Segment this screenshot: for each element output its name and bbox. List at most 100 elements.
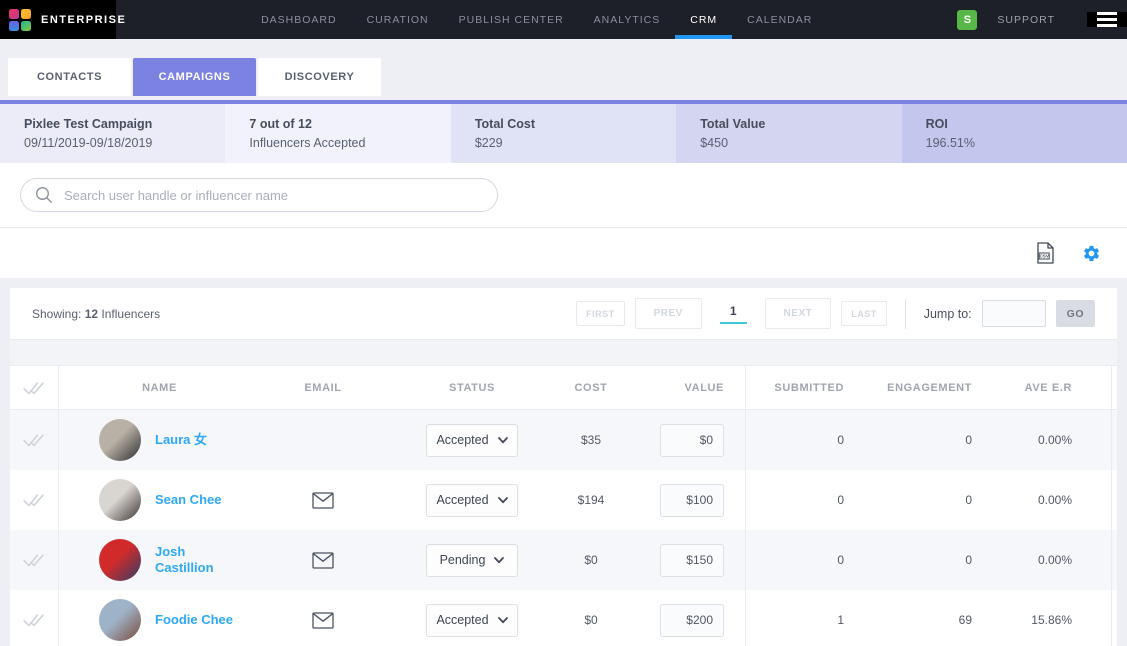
value-input[interactable] — [660, 484, 724, 517]
hamburger-menu-button[interactable] — [1087, 12, 1127, 27]
crm-tabs: CONTACTSCAMPAIGNSDISCOVERY — [0, 39, 1127, 100]
avatar[interactable] — [99, 599, 141, 641]
column-header-status[interactable]: STATUS — [386, 382, 558, 394]
submitted-cell: 0 — [745, 410, 878, 470]
status-value: Accepted — [436, 493, 488, 507]
tab-contacts[interactable]: CONTACTS — [8, 58, 131, 96]
nav-link-analytics[interactable]: ANALYTICS — [579, 0, 676, 39]
status-dropdown[interactable]: Accepted — [426, 604, 518, 637]
jump-to-input[interactable] — [982, 300, 1046, 327]
stat-title: ROI — [926, 115, 1103, 134]
nav-link-calendar[interactable]: CALENDAR — [732, 0, 827, 39]
engagement-cell: 0 — [878, 493, 1006, 507]
user-avatar-badge[interactable]: S — [957, 10, 977, 30]
prev-page-button[interactable]: PREV — [635, 298, 702, 329]
email-envelope-icon[interactable] — [312, 612, 334, 629]
value-input[interactable] — [660, 544, 724, 577]
status-value: Accepted — [436, 433, 488, 447]
cost-cell: $0 — [558, 553, 624, 567]
jump-to-label: Jump to: — [924, 307, 972, 321]
pagination-row: Showing: 12 Influencers FIRST PREV 1 NEX… — [10, 288, 1117, 340]
stat-value: Influencers Accepted — [249, 134, 426, 153]
table-row: Foodie Chee Accepted $0 1 69 15.86% — [10, 590, 1117, 646]
logo[interactable]: ENTERPRISE — [0, 0, 116, 39]
last-page-button[interactable]: LAST — [841, 301, 887, 326]
influencer-name-link[interactable]: Sean Chee — [155, 492, 221, 508]
search-bar[interactable] — [20, 178, 498, 212]
row-checkmark[interactable] — [10, 470, 59, 530]
avatar[interactable] — [99, 539, 141, 581]
search-input[interactable] — [64, 188, 497, 203]
stat-title: Total Value — [700, 115, 877, 134]
row-checkmark[interactable] — [10, 410, 59, 470]
stat-value: 09/11/2019-09/18/2019 — [24, 134, 201, 153]
value-input[interactable] — [660, 604, 724, 637]
double-check-icon — [22, 380, 46, 396]
nav-right: S SUPPORT — [957, 0, 1127, 39]
table-settings-button[interactable] — [1082, 244, 1101, 263]
next-page-button[interactable]: NEXT — [765, 298, 832, 329]
tab-campaigns[interactable]: CAMPAIGNS — [133, 58, 256, 96]
export-csv-button[interactable]: CSV — [1036, 242, 1055, 264]
cost-cell: $0 — [558, 613, 624, 627]
column-header-engagement[interactable]: ENGAGEMENT — [878, 382, 1006, 394]
table-header-row: NAME EMAIL STATUS COST VALUE SUBMITTED E… — [10, 366, 1117, 410]
status-dropdown[interactable]: Pending — [426, 544, 518, 577]
chevron-down-icon — [498, 437, 508, 444]
submitted-cell: 0 — [745, 530, 878, 590]
email-envelope-icon[interactable] — [312, 492, 334, 509]
nav-link-dashboard[interactable]: DASHBOARD — [246, 0, 352, 39]
submitted-cell: 0 — [745, 470, 878, 530]
column-header-submitted[interactable]: SUBMITTED — [745, 366, 878, 409]
main-nav: DASHBOARDCURATIONPUBLISH CENTERANALYTICS… — [246, 0, 827, 39]
column-header-cost[interactable]: COST — [558, 382, 624, 394]
nav-link-crm[interactable]: CRM — [675, 0, 732, 39]
go-button[interactable]: GO — [1056, 300, 1095, 327]
stat-cell: Total Value $450 — [676, 104, 901, 163]
column-header-email[interactable]: EMAIL — [260, 382, 386, 394]
column-header-ave-er[interactable]: AVE E.R — [1006, 382, 1111, 394]
avatar[interactable] — [99, 419, 141, 461]
value-input[interactable] — [660, 424, 724, 457]
showing-count: Showing: 12 Influencers — [32, 307, 160, 321]
chevron-down-icon — [494, 557, 504, 564]
stat-title: Pixlee Test Campaign — [24, 115, 201, 134]
support-link[interactable]: SUPPORT — [997, 14, 1055, 26]
table-spacer-band — [10, 340, 1117, 366]
influencer-name-link[interactable]: Laura 女 — [155, 432, 207, 448]
current-page[interactable]: 1 — [720, 304, 747, 324]
hamburger-icon — [1097, 12, 1117, 27]
cost-cell: $35 — [558, 433, 624, 447]
table-row: Josh Castillion Pending $0 0 0 0.00% — [10, 530, 1117, 590]
first-page-button[interactable]: FIRST — [576, 301, 625, 326]
double-check-icon — [22, 432, 46, 448]
status-dropdown[interactable]: Accepted — [426, 484, 518, 517]
submitted-cell: 1 — [745, 590, 878, 646]
csv-file-icon: CSV — [1036, 242, 1055, 264]
select-all-checkmark[interactable] — [10, 366, 59, 409]
table-row: Laura 女 Accepted $35 0 0 0.00% — [10, 410, 1117, 470]
stat-cell: Pixlee Test Campaign 09/11/2019-09/18/20… — [0, 104, 225, 163]
avatar[interactable] — [99, 479, 141, 521]
email-envelope-icon[interactable] — [312, 552, 334, 569]
nav-link-publish-center[interactable]: PUBLISH CENTER — [444, 0, 579, 39]
engagement-cell: 69 — [878, 613, 1006, 627]
status-value: Pending — [440, 553, 486, 567]
row-checkmark[interactable] — [10, 590, 59, 646]
search-section — [0, 163, 1127, 228]
status-dropdown[interactable]: Accepted — [426, 424, 518, 457]
ave-er-cell: 0.00% — [1006, 553, 1111, 567]
influencer-name-link[interactable]: Josh Castillion — [155, 544, 237, 576]
table-row: Sean Chee Accepted $194 0 0 0.00% — [10, 470, 1117, 530]
nav-link-curation[interactable]: CURATION — [352, 0, 444, 39]
pixlee-logo-icon — [9, 9, 31, 31]
status-value: Accepted — [436, 613, 488, 627]
tab-discovery[interactable]: DISCOVERY — [258, 58, 381, 96]
ave-er-cell: 15.86% — [1006, 613, 1111, 627]
top-navbar: ENTERPRISE DASHBOARDCURATIONPUBLISH CENT… — [0, 0, 1127, 39]
column-header-name[interactable]: NAME — [59, 382, 260, 394]
row-checkmark[interactable] — [10, 530, 59, 590]
influencer-name-link[interactable]: Foodie Chee — [155, 612, 233, 628]
chevron-down-icon — [498, 497, 508, 504]
column-header-value[interactable]: VALUE — [624, 382, 745, 394]
